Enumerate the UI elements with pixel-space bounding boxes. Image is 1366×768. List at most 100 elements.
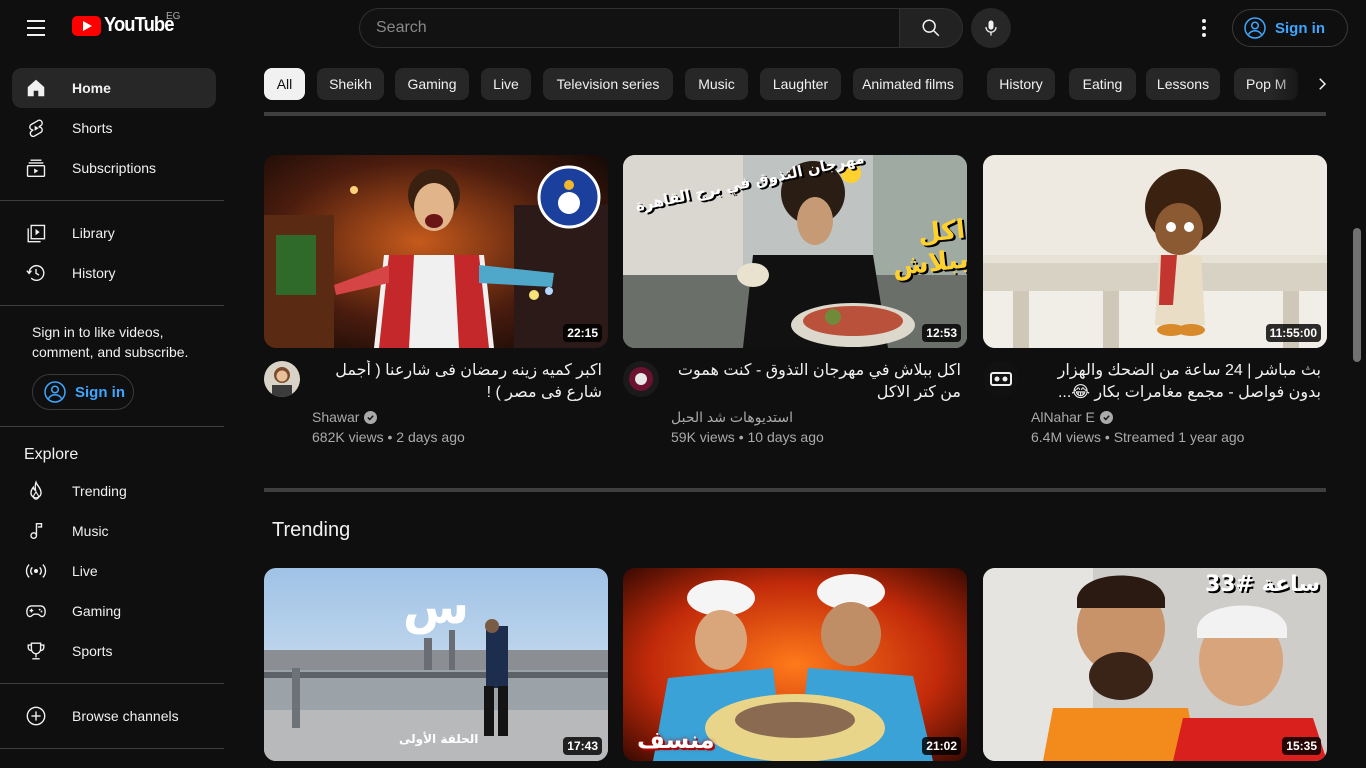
- account-icon: [44, 381, 66, 403]
- channel-name[interactable]: استديوهات شد الحبل: [671, 409, 793, 426]
- filter-chips-bar: All Sheikh Gaming Live Television series…: [264, 68, 1326, 100]
- chips-next-button[interactable]: [1306, 68, 1338, 100]
- video-thumbnail[interactable]: س الحلقة الأولى 17:43: [264, 568, 608, 761]
- video-thumbnail[interactable]: منسف 21:02: [623, 568, 967, 761]
- page-scrollbar[interactable]: [1353, 228, 1361, 362]
- sidebar-divider: [0, 200, 224, 201]
- chip-eating[interactable]: Eating: [1069, 68, 1136, 100]
- video-meta: 6.4M views • Streamed 1 year ago: [1031, 429, 1245, 445]
- sidebar-item-gaming[interactable]: Gaming: [12, 591, 216, 631]
- channel-avatar[interactable]: [264, 361, 300, 397]
- sidebar-item-library[interactable]: Library: [12, 213, 216, 253]
- thumbnail-caption: الحلقة الأولى: [399, 732, 479, 746]
- sidebar-item-shorts[interactable]: Shorts: [12, 108, 216, 148]
- chip-sheikh[interactable]: Sheikh: [317, 68, 384, 100]
- sidebar-item-label: Live: [72, 563, 98, 579]
- search-button[interactable]: [899, 8, 963, 48]
- gaming-icon: [24, 599, 48, 623]
- explore-heading: Explore: [24, 446, 79, 463]
- live-icon: [24, 559, 48, 583]
- sidebar-item-label: Music: [72, 523, 109, 539]
- subscriptions-icon: [24, 156, 48, 180]
- video-thumbnail[interactable]: ساعة #33 15:35: [983, 568, 1327, 761]
- sidebar-item-history[interactable]: History: [12, 253, 216, 293]
- home-icon: [24, 76, 48, 100]
- sidebar-item-label: Home: [72, 80, 111, 96]
- svg-text:س: س: [403, 579, 469, 635]
- menu-icon[interactable]: [20, 12, 52, 44]
- section-divider: [264, 488, 1326, 492]
- chip-laughter[interactable]: Laughter: [760, 68, 841, 100]
- more-options-icon[interactable]: [1190, 14, 1218, 42]
- chip-gaming[interactable]: Gaming: [395, 68, 469, 100]
- search-icon: [922, 19, 940, 37]
- video-duration: 22:15: [563, 324, 602, 342]
- video-thumbnail[interactable]: 22:15: [264, 155, 608, 348]
- account-icon: [1244, 17, 1266, 39]
- sidebar-item-label: Sports: [72, 643, 113, 659]
- chip-television-series[interactable]: Television series: [543, 68, 673, 100]
- chip-animated-films[interactable]: Animated films: [853, 68, 963, 100]
- sidebar-item-label: Browse channels: [72, 708, 179, 724]
- chevron-right-icon: [1319, 78, 1327, 90]
- video-thumbnail[interactable]: 11:55:00: [983, 155, 1327, 348]
- video-thumbnail[interactable]: مهرجان التذوق في برج القاهرة اكل ببلاش 1…: [623, 155, 967, 348]
- microphone-icon: [985, 20, 997, 36]
- video-title[interactable]: اكبر كميه زينه رمضان فى شارعنا ( أجمل شا…: [312, 360, 602, 404]
- channel-avatar[interactable]: [983, 361, 1019, 397]
- youtube-play-icon: [72, 15, 101, 36]
- sidebar-divider: [0, 748, 224, 749]
- video-meta: 682K views • 2 days ago: [312, 429, 465, 445]
- channel-avatar[interactable]: [623, 361, 659, 397]
- chip-music[interactable]: Music: [685, 68, 748, 100]
- chip-history[interactable]: History: [987, 68, 1055, 100]
- sidebar-item-live[interactable]: Live: [12, 551, 216, 591]
- sidebar-item-home[interactable]: Home: [12, 68, 216, 108]
- sidebar-item-music[interactable]: Music: [12, 511, 216, 551]
- trending-icon: [24, 479, 48, 503]
- chip-all[interactable]: All: [264, 68, 305, 100]
- sidebar-item-label: Trending: [72, 483, 127, 499]
- youtube-logo[interactable]: YouTube EG: [72, 11, 180, 37]
- channel-name[interactable]: AlNahar E: [1031, 409, 1095, 425]
- logo-text: YouTube: [104, 14, 174, 36]
- verified-check-icon: [1099, 410, 1113, 424]
- trending-section-title: Trending: [272, 519, 351, 541]
- chip-lessons[interactable]: Lessons: [1146, 68, 1220, 100]
- sidebar-item-sports[interactable]: Sports: [12, 631, 216, 671]
- channel-name-row: استديوهات شد الحبل: [671, 409, 793, 426]
- video-title[interactable]: بث مباشر | 24 ساعة من الضحك والهزار بدون…: [1031, 360, 1321, 404]
- channel-name[interactable]: Shawar: [312, 409, 359, 425]
- video-duration: 21:02: [922, 737, 961, 755]
- sidebar-divider: [0, 305, 224, 306]
- search-input[interactable]: [359, 8, 899, 48]
- music-icon: [24, 519, 48, 543]
- sidebar-item-label: History: [72, 265, 116, 281]
- shorts-icon: [24, 116, 48, 140]
- video-duration: 12:53: [922, 324, 961, 342]
- sidebar-sign-in-button[interactable]: Sign in: [32, 374, 134, 410]
- sidebar: Home Shorts Subscriptions Library Histor…: [0, 56, 240, 768]
- channel-name-row: Shawar: [312, 409, 378, 425]
- sidebar-item-browse-channels[interactable]: Browse channels: [12, 696, 216, 736]
- thumbnail-caption: منسف: [637, 726, 715, 754]
- sidebar-divider: [0, 683, 224, 684]
- sign-in-button[interactable]: Sign in: [1232, 9, 1348, 47]
- sidebar-item-subscriptions[interactable]: Subscriptions: [12, 148, 216, 188]
- sign-in-prompt: Sign in to like videos, comment, and sub…: [32, 324, 189, 360]
- sidebar-item-label: Library: [72, 225, 115, 241]
- sidebar-item-trending[interactable]: Trending: [12, 471, 216, 511]
- add-circle-icon: [24, 704, 48, 728]
- thumbnail-caption: ساعة #33: [1205, 572, 1320, 597]
- sidebar-item-label: Gaming: [72, 603, 122, 619]
- sidebar-divider: [0, 426, 224, 427]
- history-icon: [24, 261, 48, 285]
- video-duration: 11:55:00: [1265, 324, 1321, 342]
- search-box: [359, 8, 963, 48]
- video-duration: 15:35: [1282, 737, 1321, 755]
- sports-trophy-icon: [24, 639, 48, 663]
- voice-search-button[interactable]: [971, 8, 1011, 48]
- sidebar-item-label: Shorts: [72, 120, 113, 136]
- chip-live[interactable]: Live: [481, 68, 531, 100]
- video-title[interactable]: اكل ببلاش في مهرجان التذوق - كنت هموت من…: [671, 360, 961, 404]
